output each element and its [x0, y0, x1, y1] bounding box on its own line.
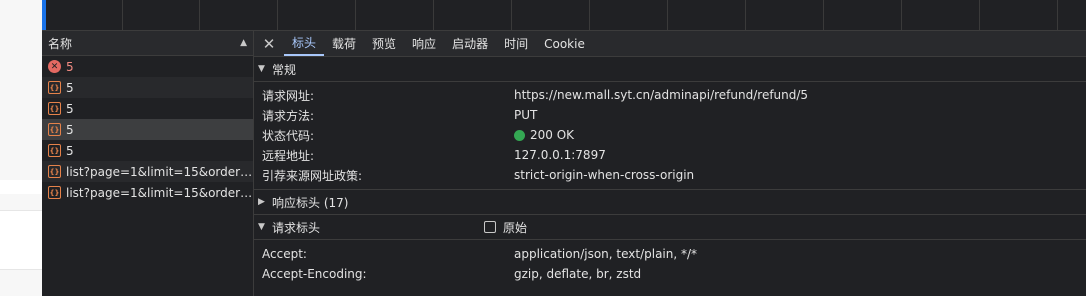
general-section-title: 常规: [272, 62, 297, 77]
devtools-network-panel: 名称 ▲ ✕ 5 {} 5 {} 5 {} 5 {} 5 {} list?pag…: [42, 0, 1086, 296]
xhr-icon: {}: [48, 123, 61, 136]
tab-preview[interactable]: 预览: [364, 31, 404, 56]
timeline-gridline: [355, 0, 356, 30]
raw-label: 原始: [503, 220, 528, 235]
request-row[interactable]: {} 5: [42, 77, 253, 98]
timeline-gridline: [745, 0, 746, 30]
accept-header-row: Accept: application/json, text/plain, */…: [254, 244, 1086, 264]
accept-header-value[interactable]: application/json, text/plain, */*: [514, 247, 697, 261]
request-headers-title: 请求标头: [272, 220, 321, 235]
page-card: [0, 210, 42, 270]
request-row[interactable]: ✕ 5: [42, 56, 253, 77]
remote-address-row: 远程地址: 127.0.0.1:7897: [254, 145, 1086, 165]
request-url-row: 请求网址: https://new.mall.syt.cn/adminapi/r…: [254, 85, 1086, 105]
tab-payload[interactable]: 载荷: [324, 31, 364, 56]
timeline-gridline: [277, 0, 278, 30]
remote-address-label: 远程地址:: [262, 148, 315, 163]
raw-toggle[interactable]: 原始: [484, 219, 527, 236]
timeline-gridline: [122, 0, 123, 30]
expanded-triangle-icon: ▼: [258, 64, 265, 74]
collapsed-triangle-icon: ▶: [258, 197, 265, 207]
request-headers-section-header[interactable]: ▼ 请求标头 原始: [254, 215, 1086, 240]
request-name: 5: [66, 122, 74, 137]
timeline-gridline: [979, 0, 980, 30]
status-ok-icon: [514, 129, 525, 141]
request-name: 5: [66, 59, 74, 74]
request-name: list?page=1&limit=15&order_...: [66, 164, 253, 179]
raw-checkbox[interactable]: [484, 221, 497, 233]
tab-cookies[interactable]: Cookie: [536, 31, 593, 56]
name-column-label: 名称: [48, 36, 73, 51]
request-name: list?page=1&limit=15&order_...: [66, 185, 253, 200]
timeline-gridline: [1057, 0, 1058, 30]
general-section-header[interactable]: ▼ 常规: [254, 57, 1086, 82]
accept-header-label: Accept:: [262, 247, 307, 261]
general-section-body: 请求网址: https://new.mall.syt.cn/adminapi/r…: [254, 82, 1086, 189]
referrer-policy-value[interactable]: strict-origin-when-cross-origin: [514, 168, 694, 182]
details-tab-bar: ✕ 标头 载荷 预览 响应 启动器 时间 Cookie: [254, 31, 1086, 57]
accept-encoding-value[interactable]: gzip, deflate, br, zstd: [514, 267, 641, 281]
remote-address-value[interactable]: 127.0.0.1:7897: [514, 148, 606, 162]
status-code-value[interactable]: 200 OK: [530, 128, 574, 142]
request-name: 5: [66, 80, 74, 95]
sort-ascending-icon[interactable]: ▲: [240, 38, 247, 48]
timeline-accent: [42, 0, 46, 30]
xhr-icon: {}: [48, 102, 61, 115]
request-list: 名称 ▲ ✕ 5 {} 5 {} 5 {} 5 {} 5 {} list?pag…: [42, 31, 254, 296]
tab-headers[interactable]: 标头: [284, 31, 325, 56]
name-column-header[interactable]: 名称 ▲: [42, 31, 253, 56]
error-icon: ✕: [48, 60, 61, 73]
accept-encoding-label: Accept-Encoding:: [262, 267, 367, 281]
request-name: 5: [66, 101, 74, 116]
request-row[interactable]: {} 5: [42, 98, 253, 119]
timeline-gridline: [823, 0, 824, 30]
timeline-gridline: [433, 0, 434, 30]
request-method-row: 请求方法: PUT: [254, 105, 1086, 125]
request-method-label: 请求方法:: [262, 108, 315, 123]
timeline-gridline: [589, 0, 590, 30]
request-url-label: 请求网址:: [262, 88, 315, 103]
request-method-value[interactable]: PUT: [514, 108, 537, 122]
response-headers-title: 响应标头 (17): [272, 195, 349, 210]
request-row[interactable]: {} list?page=1&limit=15&order_...: [42, 182, 253, 203]
xhr-icon: {}: [48, 81, 61, 94]
referrer-policy-row: 引荐来源网址政策: strict-origin-when-cross-origi…: [254, 165, 1086, 185]
xhr-icon: {}: [48, 186, 61, 199]
request-row[interactable]: {} 5: [42, 140, 253, 161]
request-url-value[interactable]: https://new.mall.syt.cn/adminapi/refund/…: [514, 88, 808, 102]
close-icon[interactable]: ✕: [254, 31, 284, 56]
page-background: [0, 0, 42, 296]
referrer-policy-label: 引荐来源网址政策:: [262, 168, 363, 183]
timeline-gridline: [199, 0, 200, 30]
xhr-icon: {}: [48, 144, 61, 157]
request-headers-body: Accept: application/json, text/plain, */…: [254, 240, 1086, 284]
accept-encoding-row: Accept-Encoding: gzip, deflate, br, zstd: [254, 264, 1086, 284]
timeline-gridline: [667, 0, 668, 30]
request-details: ✕ 标头 载荷 预览 响应 启动器 时间 Cookie ▼ 常规 请求网址: h…: [254, 31, 1086, 296]
status-code-row: 状态代码: 200 OK: [254, 125, 1086, 145]
timeline-gridline: [901, 0, 902, 30]
status-code-cell: 200 OK: [514, 128, 574, 142]
tab-initiator[interactable]: 启动器: [444, 31, 496, 56]
expanded-triangle-icon: ▼: [258, 222, 265, 232]
timeline-overview[interactable]: [42, 0, 1086, 31]
request-row-selected[interactable]: {} 5: [42, 119, 253, 140]
timeline-gridline: [511, 0, 512, 30]
xhr-icon: {}: [48, 165, 61, 178]
page-band: [0, 180, 42, 194]
status-code-label: 状态代码:: [262, 128, 315, 143]
request-row[interactable]: {} list?page=1&limit=15&order_...: [42, 161, 253, 182]
tab-response[interactable]: 响应: [404, 31, 444, 56]
request-name: 5: [66, 143, 74, 158]
response-headers-section-header[interactable]: ▶ 响应标头 (17): [254, 189, 1086, 215]
tab-timing[interactable]: 时间: [496, 31, 536, 56]
